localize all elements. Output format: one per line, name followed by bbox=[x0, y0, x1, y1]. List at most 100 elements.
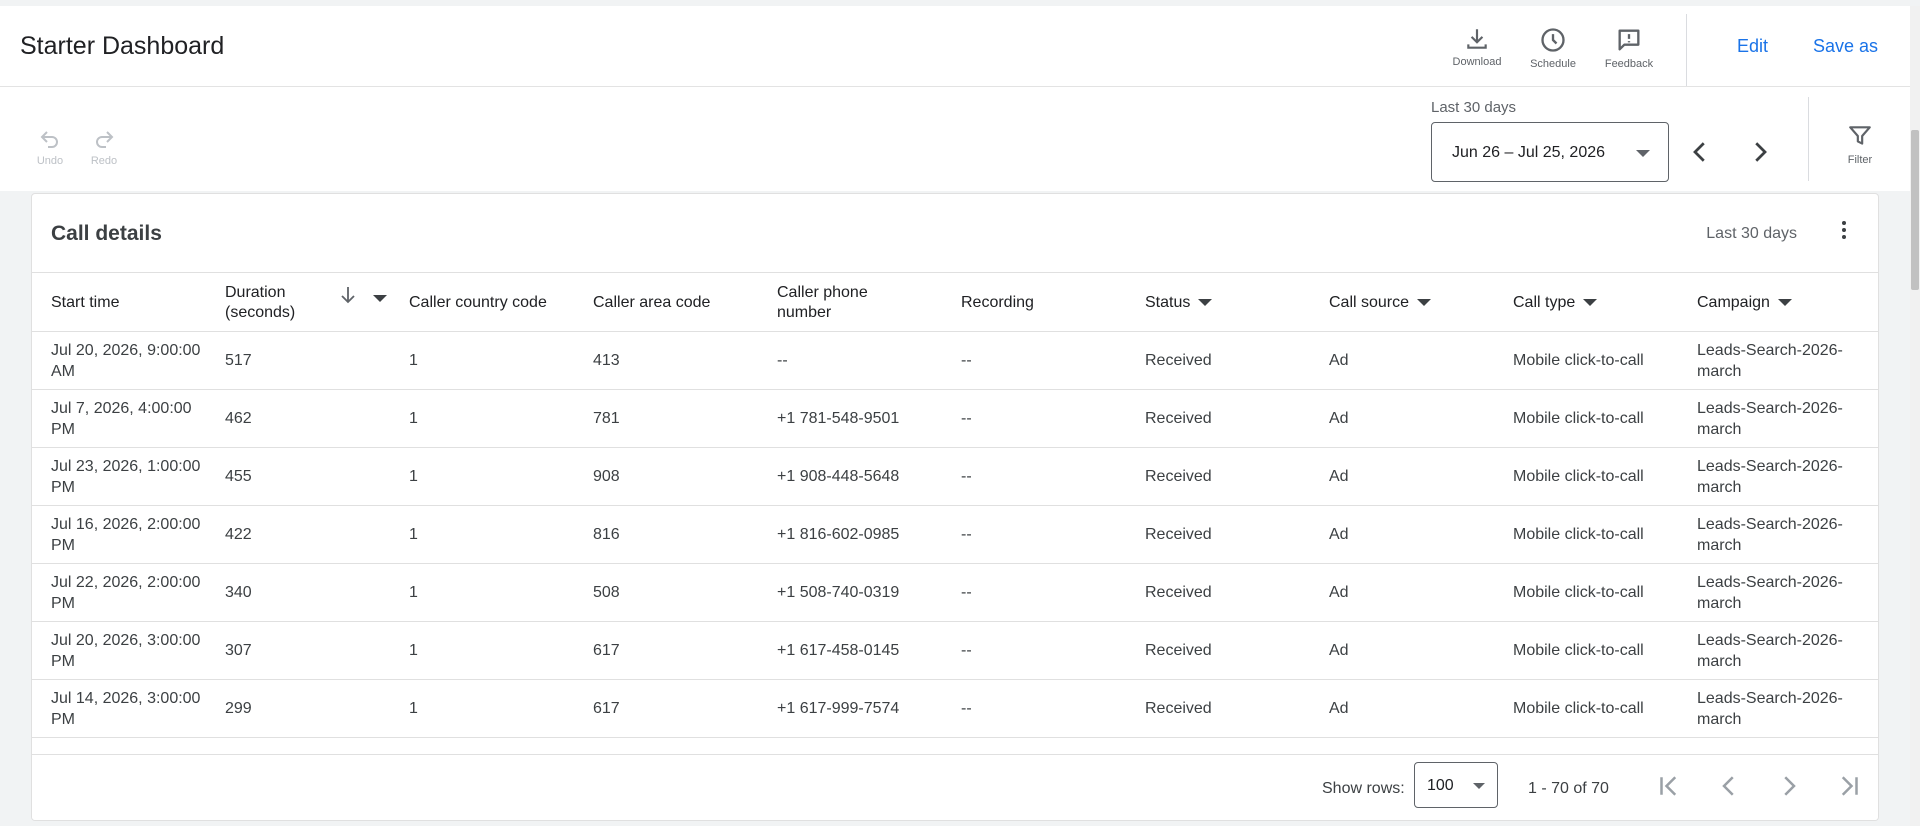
page-scrollbar-track[interactable] bbox=[1910, 6, 1920, 826]
feedback-button[interactable]: Feedback bbox=[1597, 26, 1661, 70]
filter-icon bbox=[1849, 126, 1871, 145]
chevron-right-icon bbox=[1784, 776, 1796, 796]
cell-duration bbox=[225, 738, 365, 754]
column-header-duration[interactable]: Duration (seconds) bbox=[225, 273, 335, 332]
redo-label: Redo bbox=[90, 155, 118, 167]
cell-call-type: Mobile click-to-call bbox=[1513, 526, 1644, 543]
dashboard-header: Starter Dashboard Download Schedule Feed… bbox=[0, 6, 1910, 87]
column-header-call-source[interactable]: Call source bbox=[1329, 273, 1499, 332]
cell-status: Received bbox=[1145, 700, 1212, 717]
cell-call-type: Mobile click-to-call bbox=[1513, 468, 1644, 485]
sort-menu-icon[interactable] bbox=[373, 295, 387, 302]
column-label: Caller phone number bbox=[777, 283, 868, 321]
cell-recording: -- bbox=[961, 584, 972, 601]
cell-duration: 307 bbox=[225, 642, 252, 659]
feedback-icon bbox=[1618, 29, 1640, 51]
cell-caller-phone-number: +1 617-458-0145 bbox=[777, 642, 900, 659]
table-row[interactable]: Jul 22, 2026, 2:00:00 PM 340 1 508 +1 508-74… bbox=[32, 564, 1878, 622]
table-footer: Show rows: 100 1 - 70 of 70 bbox=[32, 754, 1878, 820]
cell-call-source: Ad bbox=[1329, 584, 1349, 601]
column-header-caller-phone-number[interactable]: Caller phone number bbox=[777, 273, 907, 332]
column-label: Status bbox=[1145, 293, 1191, 311]
cell-campaign: Leads-Search-2026- bbox=[1697, 738, 1867, 754]
cell-call-type bbox=[1513, 738, 1693, 754]
column-label: Campaign bbox=[1697, 293, 1770, 311]
toolbar-divider bbox=[1808, 97, 1809, 181]
cell-call-source: Ad bbox=[1329, 526, 1349, 543]
column-header-call-type[interactable]: Call type bbox=[1513, 273, 1673, 332]
previous-period-button[interactable] bbox=[1685, 137, 1715, 167]
cell-duration: 299 bbox=[225, 700, 252, 717]
cell-campaign: Leads-Search-2026-march bbox=[1697, 573, 1843, 612]
cell-caller-phone-number: +1 508-740-0319 bbox=[777, 584, 900, 601]
page-scrollbar-thumb[interactable] bbox=[1911, 130, 1919, 290]
cell-call-source: Ad bbox=[1329, 410, 1349, 427]
cell-duration: 462 bbox=[225, 410, 252, 427]
table-body: Jul 20, 2026, 9:00:00 AM 517 1 413 -- -- Recei… bbox=[32, 332, 1878, 754]
column-label: Start time bbox=[51, 293, 120, 311]
table-row[interactable]: Jul 14, 2026, 3:00:00 PM 299 1 617 +1 617-99… bbox=[32, 680, 1878, 738]
table-row[interactable]: Jul 23, 2026, 1:00:00 PM 455 1 908 +1 908-44… bbox=[32, 448, 1878, 506]
last-page-button[interactable] bbox=[1834, 771, 1864, 801]
cell-campaign: Leads-Search-2026-march bbox=[1697, 515, 1843, 554]
table-row[interactable]: Jul 20, 2026, 3:00:00 PM 307 1 617 +1 617-45… bbox=[32, 622, 1878, 680]
cell-caller-phone-number: +1 816-602-0985 bbox=[777, 526, 900, 543]
cell-campaign: Leads-Search-2026-march bbox=[1697, 631, 1843, 670]
cell-recording: -- bbox=[961, 526, 972, 543]
cell-call-source: Ad bbox=[1329, 352, 1349, 369]
cell-campaign: Leads-Search-2026-march bbox=[1697, 457, 1843, 496]
card-title: Call details bbox=[51, 222, 162, 245]
cell-campaign: Leads-Search-2026-march bbox=[1697, 689, 1843, 728]
more-options-icon[interactable] bbox=[1838, 221, 1850, 245]
cell-caller-country-code: 1 bbox=[409, 468, 418, 485]
dropdown-caret-icon bbox=[1473, 783, 1485, 789]
column-header-caller-country-code[interactable]: Caller country code bbox=[409, 273, 559, 332]
next-period-button[interactable] bbox=[1745, 137, 1775, 167]
cell-start-time: Jul 13, 2026, bbox=[51, 738, 201, 754]
column-label: Call source bbox=[1329, 293, 1410, 311]
cell-call-source: Ad bbox=[1329, 468, 1349, 485]
sort-descending-icon[interactable] bbox=[340, 286, 356, 309]
cell-call-type: Mobile click-to-call bbox=[1513, 410, 1644, 427]
column-header-status[interactable]: Status bbox=[1145, 273, 1305, 332]
cell-status: Received bbox=[1145, 642, 1212, 659]
rows-per-page-select[interactable]: 100 bbox=[1414, 762, 1498, 808]
edit-button[interactable]: Edit bbox=[1737, 36, 1768, 57]
schedule-button[interactable]: Schedule bbox=[1521, 26, 1585, 70]
cell-caller-country-code: 1 bbox=[409, 410, 418, 427]
table-row[interactable]: Jul 7, 2026, 4:00:00 PM 462 1 781 +1 781-548… bbox=[32, 390, 1878, 448]
cell-call-type: Mobile click-to-call bbox=[1513, 584, 1644, 601]
download-icon bbox=[1467, 29, 1487, 49]
cell-recording: -- bbox=[961, 642, 972, 659]
column-header-start-time[interactable]: Start time bbox=[51, 273, 201, 332]
cell-caller-area-code: 816 bbox=[593, 526, 620, 543]
column-header-campaign[interactable]: Campaign bbox=[1697, 273, 1867, 332]
date-range-select[interactable]: Jun 26 – Jul 25, 2026 bbox=[1431, 122, 1669, 182]
column-header-caller-area-code[interactable]: Caller area code bbox=[593, 273, 763, 332]
first-page-button[interactable] bbox=[1654, 771, 1684, 801]
table-row[interactable]: Jul 13, 2026, Leads-Search-2026- bbox=[32, 738, 1878, 754]
sort-menu-icon bbox=[1198, 299, 1213, 306]
column-header-recording[interactable]: Recording bbox=[961, 273, 1111, 332]
cell-duration: 517 bbox=[225, 352, 252, 369]
cell-status: Received bbox=[1145, 410, 1212, 427]
table-row[interactable]: Jul 16, 2026, 2:00:00 PM 422 1 816 +1 816-60… bbox=[32, 506, 1878, 564]
column-label: Caller country code bbox=[409, 293, 547, 311]
cell-caller-phone-number: +1 781-548-9501 bbox=[777, 410, 900, 427]
cell-caller-phone-number: -- bbox=[777, 352, 788, 369]
sort-menu-icon bbox=[1583, 299, 1598, 306]
filter-button[interactable]: Filter bbox=[1832, 123, 1888, 166]
clock-icon bbox=[1541, 28, 1565, 52]
undo-button[interactable]: Undo bbox=[26, 127, 74, 167]
redo-button[interactable]: Redo bbox=[80, 127, 128, 167]
table-row[interactable]: Jul 20, 2026, 9:00:00 AM 517 1 413 -- -- Recei… bbox=[32, 332, 1878, 390]
cell-caller-country-code bbox=[409, 738, 559, 754]
next-page-button[interactable] bbox=[1774, 771, 1804, 801]
previous-page-button[interactable] bbox=[1714, 771, 1744, 801]
download-button[interactable]: Download bbox=[1445, 26, 1509, 68]
chevron-right-icon bbox=[1755, 142, 1767, 162]
report-toolbar: Undo Redo Last 30 days Jun 26 – Jul 25, … bbox=[0, 87, 1910, 191]
save-as-button[interactable]: Save as bbox=[1813, 36, 1878, 57]
page-title: Starter Dashboard bbox=[20, 32, 225, 60]
chevron-left-icon bbox=[1722, 776, 1734, 796]
